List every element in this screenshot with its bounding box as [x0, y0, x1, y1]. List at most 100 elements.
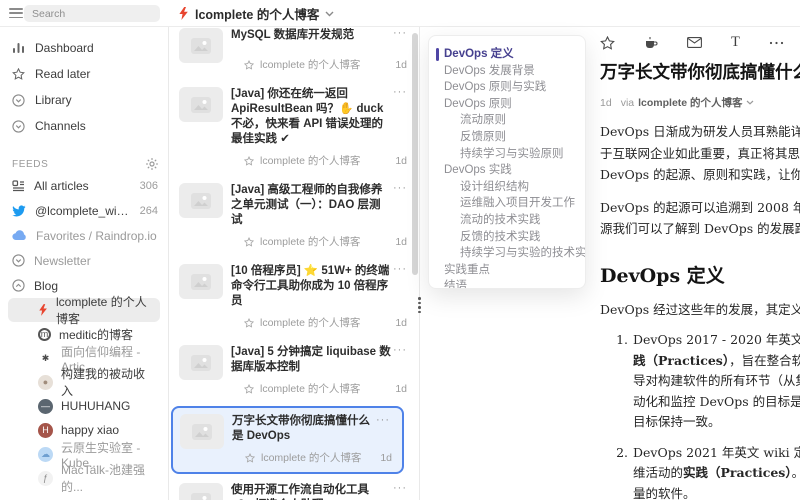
sidebar-item-channels[interactable]: Channels: [0, 113, 168, 139]
table-of-contents-popup: DevOps 定义DevOps 发展背景DevOps 原则与实践DevOps 原…: [428, 35, 586, 289]
feed-item[interactable]: Favorites / Raindrop.io: [0, 223, 168, 248]
article-item-source: lcomplete 的个人博客: [261, 450, 374, 465]
article-list-item[interactable]: [Java] 高级工程师的自我修养之单元测试（一）：DAO 层测试lcomple…: [169, 176, 419, 257]
toc-item[interactable]: 反馈原则: [429, 129, 585, 146]
article-item-time: 1d: [395, 236, 407, 248]
feed-item-blog-child[interactable]: lcomplete 的个人博客: [8, 298, 160, 322]
sidebar-toggle-icon[interactable]: [9, 8, 23, 18]
item-more-icon[interactable]: ···: [376, 415, 390, 425]
pen-avatar: ƒ: [38, 471, 53, 486]
unread-count-badge: 264: [140, 205, 158, 217]
toc-item[interactable]: 持续学习与实验的技术实践: [429, 245, 585, 262]
feed-item-label: @lcomplete_wild (Twitt...: [35, 204, 131, 218]
gear-icon[interactable]: [146, 158, 158, 170]
item-more-icon[interactable]: ···: [393, 28, 407, 38]
feed-title-dropdown[interactable]: lcomplete 的个人博客: [178, 0, 334, 27]
toc-item[interactable]: DevOps 原则: [429, 96, 585, 113]
article-list-item[interactable]: [Java] 5 分钟搞定 liquibase 数据库版本控制lcomplete…: [169, 338, 419, 404]
toc-item[interactable]: 反馈的技术实践: [429, 229, 585, 246]
search-input[interactable]: [24, 5, 160, 22]
article-line: DevOps 的起源、原则和实践，让你搞清楚到: [600, 164, 800, 186]
raindrop-cloud-icon: [12, 230, 27, 241]
sidebar-divider: [168, 0, 169, 500]
article-body: DevOps 日渐成为研发人员耳熟能详的一个组于互联网企业如此重要，真正将其思考…: [600, 121, 800, 500]
star-icon[interactable]: [244, 156, 254, 166]
coffee-icon[interactable]: [644, 36, 658, 50]
article-line: DevOps 的起源可以追溯到 2008 年，在一次: [600, 197, 800, 219]
star-icon[interactable]: [244, 384, 254, 394]
toc-item[interactable]: 流动原则: [429, 112, 585, 129]
item-more-icon[interactable]: ···: [393, 87, 407, 97]
feed-item[interactable]: Newsletter: [0, 248, 168, 273]
article-list-item[interactable]: [10 倍程序员] ⭐ 51W+ 的终端命令行工具助你成为 10 倍程序员lco…: [169, 257, 419, 338]
article-item-source: lcomplete 的个人博客: [260, 153, 389, 168]
article-time: 1d: [600, 97, 612, 109]
star-icon[interactable]: [244, 60, 254, 70]
mail-icon[interactable]: [687, 37, 702, 48]
lightning-icon: [38, 304, 48, 316]
sidebar-item-label: Read later: [35, 67, 158, 81]
typography-icon[interactable]: T: [731, 34, 740, 51]
item-more-icon[interactable]: ···: [393, 183, 407, 193]
meditic-avatar: m: [38, 328, 51, 341]
article-line: DevOps 2017 - 2020 年英文 wiki 定义: [633, 330, 800, 351]
article-source-dropdown[interactable]: lcomplete 的个人博客: [638, 95, 753, 110]
toc-item[interactable]: 流动的技术实践: [429, 212, 585, 229]
sidebar-item-library[interactable]: Library: [0, 87, 168, 113]
sidebar-item-read-later[interactable]: Read later: [0, 61, 168, 87]
chevron-down-icon: [746, 100, 754, 105]
article-item-meta: lcomplete 的个人博客1d: [231, 147, 407, 168]
lightning-icon: [178, 7, 189, 20]
article-item-meta: lcomplete 的个人博客1d: [231, 228, 407, 249]
all-articles-icon: [12, 180, 25, 192]
feed-item[interactable]: All articles306: [0, 173, 168, 198]
toc-item[interactable]: 结语: [429, 278, 585, 289]
article-list-item[interactable]: MySQL 数据库开发规范lcomplete 的个人博客1d···: [169, 27, 419, 80]
list-lines: DevOps 2017 - 2020 年英文 wiki 定义践（Practice…: [633, 330, 800, 433]
toc-item[interactable]: DevOps 实践: [429, 162, 585, 179]
article-item-meta: lcomplete 的个人博客1d: [231, 51, 407, 72]
article-item-body: [Java] 5 分钟搞定 liquibase 数据库版本控制lcomplete…: [231, 345, 407, 396]
article-source: lcomplete 的个人博客: [638, 95, 742, 110]
toc-item[interactable]: 设计组织结构: [429, 179, 585, 196]
feed-item-label: HUHUHANG: [61, 399, 130, 413]
toc-item[interactable]: 实践重点: [429, 262, 585, 279]
article-item-body: [Java] 高级工程师的自我修养之单元测试（一）：DAO 层测试lcomple…: [231, 183, 407, 249]
article-list-entry: 2.DevOps 2021 年英文 wiki 定义（直译）维活动的实践（Prac…: [612, 443, 800, 500]
toc-item[interactable]: DevOps 定义: [429, 46, 585, 63]
star-icon[interactable]: [245, 453, 255, 463]
article-list-item[interactable]: [Java] 你还在统一返回 ApiResultBean 吗？✋ duck 不必…: [169, 80, 419, 176]
article-list-pane: MySQL 数据库开发规范lcomplete 的个人博客1d···[Java] …: [169, 27, 419, 500]
article-list-item[interactable]: 万字长文带你彻底搞懂什么是 DevOpslcomplete 的个人博客1d···: [171, 406, 404, 474]
pane-resize-handle[interactable]: [416, 296, 423, 314]
star-icon[interactable]: [600, 36, 615, 50]
sidebar-item-dashboard[interactable]: Dashboard: [0, 35, 168, 61]
item-more-icon[interactable]: ···: [393, 345, 407, 355]
article-list-item[interactable]: 使用开源工作流自动化工具 n8n 打造个人助理lcomplete 的个人博客1d…: [169, 476, 419, 500]
article-item-source: lcomplete 的个人博客: [260, 381, 389, 396]
article-line: 源我们可以了解到 DevOps 的发展跟敏捷软件: [600, 218, 800, 240]
list-scrollbar-thumb[interactable]: [412, 33, 418, 275]
toc-item[interactable]: DevOps 原则与实践: [429, 79, 585, 96]
reader-toolbar: T: [600, 34, 784, 51]
more-icon[interactable]: [769, 41, 784, 45]
star-icon[interactable]: [244, 318, 254, 328]
feed-item-label: Newsletter: [34, 254, 158, 268]
list-reader-divider[interactable]: [419, 0, 420, 500]
star-icon[interactable]: [244, 237, 254, 247]
article-line: DevOps 2021 年英文 wiki 定义（直译）: [633, 443, 800, 464]
feed-item-blog-child[interactable]: ƒMacTalk-池建强的...: [8, 466, 160, 490]
article-line: 于互联网企业如此重要，真正将其思考透彻的: [600, 143, 800, 165]
feed-item-label: Favorites / Raindrop.io: [36, 229, 158, 243]
feed-item[interactable]: @lcomplete_wild (Twitt... 264: [0, 198, 168, 223]
feed-item-blog-child[interactable]: ●构建我的被动收入: [8, 370, 160, 394]
item-more-icon[interactable]: ···: [393, 483, 407, 493]
article-thumbnail: [179, 87, 223, 122]
article-line: DevOps 日渐成为研发人员耳熟能详的一个组: [600, 121, 800, 143]
article-line: 动化和监控 DevOps 的目标是缩短开发周: [633, 392, 800, 413]
item-more-icon[interactable]: ···: [393, 264, 407, 274]
toc-item[interactable]: DevOps 发展背景: [429, 63, 585, 80]
article-item-title: [10 倍程序员] ⭐ 51W+ 的终端命令行工具助你成为 10 倍程序员: [231, 264, 407, 309]
toc-item[interactable]: 运维融入项目开发工作: [429, 195, 585, 212]
toc-item[interactable]: 持续学习与实验原则: [429, 146, 585, 163]
